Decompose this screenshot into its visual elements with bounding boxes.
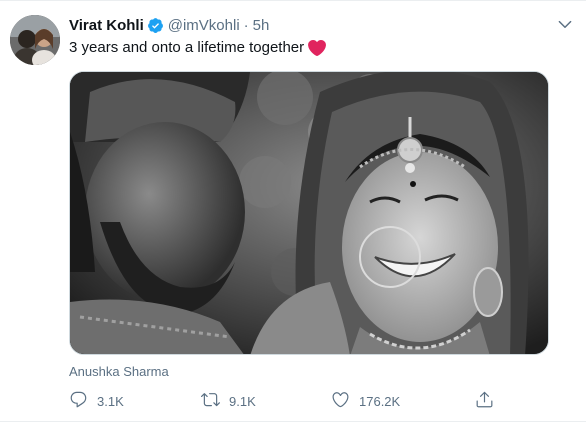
reply-icon: [69, 390, 88, 412]
reply-button[interactable]: 3.1K: [69, 389, 124, 413]
like-count: 176.2K: [359, 393, 401, 409]
tweet-text: 3 years and onto a lifetime together: [69, 39, 327, 56]
like-button[interactable]: 176.2K: [331, 389, 400, 413]
share-button[interactable]: [475, 389, 494, 413]
timestamp[interactable]: 5h: [253, 17, 270, 34]
tweet-card[interactable]: Virat Kohli @imVkohli · 5h 3 years and o…: [0, 0, 586, 422]
avatar[interactable]: [10, 15, 60, 65]
reply-count: 3.1K: [97, 393, 124, 409]
tweet-photo[interactable]: [69, 71, 549, 355]
tagged-person[interactable]: Anushka Sharma: [69, 364, 169, 379]
author-handle[interactable]: @imVkohli: [168, 17, 240, 34]
tweet-header: Virat Kohli @imVkohli · 5h: [69, 15, 269, 35]
wedding-photo: [70, 72, 548, 354]
red-heart-emoji-icon: [308, 39, 327, 56]
tweet-actions: 3.1K 9.1K 176.2K: [69, 389, 509, 413]
separator-dot: ·: [243, 16, 249, 34]
avatar-image: [10, 15, 60, 65]
retweet-button[interactable]: 9.1K: [201, 389, 256, 413]
share-icon: [475, 390, 494, 412]
verified-badge-icon: [147, 17, 164, 34]
retweet-icon: [201, 390, 220, 412]
chevron-down-icon[interactable]: [556, 15, 574, 33]
tweet-text-content: 3 years and onto a lifetime together: [69, 39, 305, 56]
author-name[interactable]: Virat Kohli: [69, 17, 144, 34]
heart-outline-icon: [331, 390, 350, 412]
retweet-count: 9.1K: [229, 393, 256, 409]
